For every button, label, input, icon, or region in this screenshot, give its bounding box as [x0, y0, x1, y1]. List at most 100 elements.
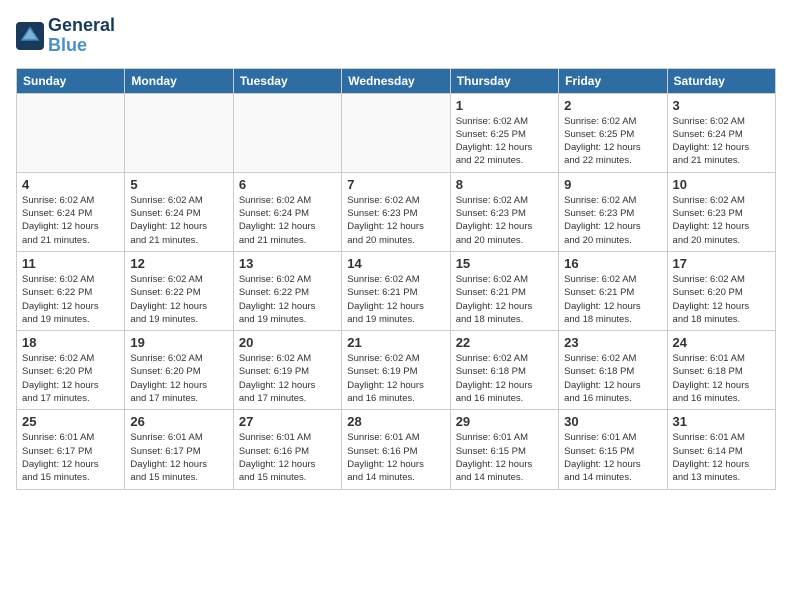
day-number: 11 [22, 256, 119, 271]
day-info: Sunrise: 6:02 AM Sunset: 6:20 PM Dayligh… [22, 352, 119, 405]
calendar-cell: 19Sunrise: 6:02 AM Sunset: 6:20 PM Dayli… [125, 331, 233, 410]
day-number: 24 [673, 335, 770, 350]
logo-icon [16, 22, 44, 50]
day-number: 31 [673, 414, 770, 429]
calendar-cell [342, 93, 450, 172]
calendar-cell: 3 Sunrise: 6:02 AM Sunset: 6:24 PM Daylig… [667, 93, 775, 172]
calendar-cell: 20 Sunrise: 6:02 AM Sunset: 6:19 PM Dayli… [233, 331, 341, 410]
calendar-cell: 5 Sunrise: 6:02 AM Sunset: 6:24 PM Daylig… [125, 172, 233, 251]
day-number: 23 [564, 335, 661, 350]
day-number: 6 [239, 177, 336, 192]
day-number: 7 [347, 177, 444, 192]
day-info: Sunrise: 6:02 AM Sunset: 6:23 PM Dayligh… [673, 194, 770, 247]
day-info: Sunrise: 6:02 AM Sunset: 6:18 PM Dayligh… [456, 352, 553, 405]
calendar-cell: 27Sunrise: 6:01 AM Sunset: 6:16 PM Dayli… [233, 410, 341, 489]
day-number: 25 [22, 414, 119, 429]
logo-text: General Blue [48, 16, 115, 56]
calendar-cell: 9 Sunrise: 6:02 AM Sunset: 6:23 PM Daylig… [559, 172, 667, 251]
calendar-cell: 17 Sunrise: 6:02 AM Sunset: 6:20 PM Dayli… [667, 251, 775, 330]
weekday-header-saturday: Saturday [667, 68, 775, 93]
week-row-5: 25 Sunrise: 6:01 AM Sunset: 6:17 PM Dayli… [17, 410, 776, 489]
calendar-cell: 7 Sunrise: 6:02 AM Sunset: 6:23 PM Daylig… [342, 172, 450, 251]
day-number: 14 [347, 256, 444, 271]
calendar-cell: 13 Sunrise: 6:02 AM Sunset: 6:22 PM Dayli… [233, 251, 341, 330]
calendar-cell: 2 Sunrise: 6:02 AM Sunset: 6:25 PM Daylig… [559, 93, 667, 172]
calendar-cell: 22 Sunrise: 6:02 AM Sunset: 6:18 PM Dayli… [450, 331, 558, 410]
calendar-cell: 16Sunrise: 6:02 AM Sunset: 6:21 PM Dayli… [559, 251, 667, 330]
day-info: Sunrise: 6:02 AM Sunset: 6:24 PM Dayligh… [239, 194, 336, 247]
day-info: Sunrise: 6:02 AM Sunset: 6:21 PM Dayligh… [456, 273, 553, 326]
calendar-cell [17, 93, 125, 172]
day-number: 22 [456, 335, 553, 350]
day-number: 21 [347, 335, 444, 350]
day-info: Sunrise: 6:01 AM Sunset: 6:15 PM Dayligh… [456, 431, 553, 484]
day-number: 12 [130, 256, 227, 271]
calendar-cell: 15Sunrise: 6:02 AM Sunset: 6:21 PM Dayli… [450, 251, 558, 330]
day-info: Sunrise: 6:02 AM Sunset: 6:22 PM Dayligh… [130, 273, 227, 326]
day-info: Sunrise: 6:02 AM Sunset: 6:23 PM Dayligh… [456, 194, 553, 247]
calendar-cell: 11Sunrise: 6:02 AM Sunset: 6:22 PM Dayli… [17, 251, 125, 330]
day-info: Sunrise: 6:02 AM Sunset: 6:23 PM Dayligh… [564, 194, 661, 247]
calendar-cell: 26 Sunrise: 6:01 AM Sunset: 6:17 PM Dayli… [125, 410, 233, 489]
weekday-header-friday: Friday [559, 68, 667, 93]
day-info: Sunrise: 6:02 AM Sunset: 6:19 PM Dayligh… [347, 352, 444, 405]
calendar-cell: 25 Sunrise: 6:01 AM Sunset: 6:17 PM Dayli… [17, 410, 125, 489]
day-number: 9 [564, 177, 661, 192]
day-number: 5 [130, 177, 227, 192]
weekday-header-monday: Monday [125, 68, 233, 93]
day-info: Sunrise: 6:01 AM Sunset: 6:16 PM Dayligh… [347, 431, 444, 484]
day-info: Sunrise: 6:01 AM Sunset: 6:15 PM Dayligh… [564, 431, 661, 484]
weekday-header-sunday: Sunday [17, 68, 125, 93]
day-number: 4 [22, 177, 119, 192]
day-number: 20 [239, 335, 336, 350]
calendar-cell: 24 Sunrise: 6:01 AM Sunset: 6:18 PM Dayli… [667, 331, 775, 410]
day-info: Sunrise: 6:01 AM Sunset: 6:14 PM Dayligh… [673, 431, 770, 484]
day-number: 16 [564, 256, 661, 271]
day-info: Sunrise: 6:02 AM Sunset: 6:18 PM Dayligh… [564, 352, 661, 405]
day-info: Sunrise: 6:01 AM Sunset: 6:17 PM Dayligh… [22, 431, 119, 484]
calendar-cell: 4 Sunrise: 6:02 AM Sunset: 6:24 PM Daylig… [17, 172, 125, 251]
day-info: Sunrise: 6:02 AM Sunset: 6:25 PM Dayligh… [456, 115, 553, 168]
day-info: Sunrise: 6:02 AM Sunset: 6:23 PM Dayligh… [347, 194, 444, 247]
calendar-cell: 18 Sunrise: 6:02 AM Sunset: 6:20 PM Dayli… [17, 331, 125, 410]
day-number: 17 [673, 256, 770, 271]
calendar-cell: 30Sunrise: 6:01 AM Sunset: 6:15 PM Dayli… [559, 410, 667, 489]
day-number: 26 [130, 414, 227, 429]
weekday-header-tuesday: Tuesday [233, 68, 341, 93]
calendar-body: 1Sunrise: 6:02 AM Sunset: 6:25 PM Daylig… [17, 93, 776, 489]
day-number: 10 [673, 177, 770, 192]
page-header: General Blue [16, 16, 776, 56]
day-info: Sunrise: 6:02 AM Sunset: 6:21 PM Dayligh… [347, 273, 444, 326]
week-row-4: 18 Sunrise: 6:02 AM Sunset: 6:20 PM Dayli… [17, 331, 776, 410]
week-row-1: 1Sunrise: 6:02 AM Sunset: 6:25 PM Daylig… [17, 93, 776, 172]
calendar-cell: 28Sunrise: 6:01 AM Sunset: 6:16 PM Dayli… [342, 410, 450, 489]
day-info: Sunrise: 6:02 AM Sunset: 6:24 PM Dayligh… [22, 194, 119, 247]
calendar-cell: 1Sunrise: 6:02 AM Sunset: 6:25 PM Daylig… [450, 93, 558, 172]
day-info: Sunrise: 6:01 AM Sunset: 6:18 PM Dayligh… [673, 352, 770, 405]
calendar-cell: 12 Sunrise: 6:02 AM Sunset: 6:22 PM Dayli… [125, 251, 233, 330]
day-info: Sunrise: 6:02 AM Sunset: 6:24 PM Dayligh… [673, 115, 770, 168]
day-info: Sunrise: 6:01 AM Sunset: 6:17 PM Dayligh… [130, 431, 227, 484]
calendar-table: SundayMondayTuesdayWednesdayThursdayFrid… [16, 68, 776, 490]
day-info: Sunrise: 6:02 AM Sunset: 6:19 PM Dayligh… [239, 352, 336, 405]
day-number: 18 [22, 335, 119, 350]
day-info: Sunrise: 6:01 AM Sunset: 6:16 PM Dayligh… [239, 431, 336, 484]
day-number: 13 [239, 256, 336, 271]
weekday-header-thursday: Thursday [450, 68, 558, 93]
day-info: Sunrise: 6:02 AM Sunset: 6:20 PM Dayligh… [130, 352, 227, 405]
calendar-cell: 6 Sunrise: 6:02 AM Sunset: 6:24 PM Daylig… [233, 172, 341, 251]
calendar-cell: 23 Sunrise: 6:02 AM Sunset: 6:18 PM Dayli… [559, 331, 667, 410]
calendar-cell: 8Sunrise: 6:02 AM Sunset: 6:23 PM Daylig… [450, 172, 558, 251]
week-row-3: 11 Sunrise: 6:02 AM Sunset: 6:22 PM Dayli… [17, 251, 776, 330]
day-info: Sunrise: 6:02 AM Sunset: 6:22 PM Dayligh… [239, 273, 336, 326]
day-info: Sunrise: 6:02 AM Sunset: 6:25 PM Dayligh… [564, 115, 661, 168]
calendar-cell: 29Sunrise: 6:01 AM Sunset: 6:15 PM Dayli… [450, 410, 558, 489]
week-row-2: 4 Sunrise: 6:02 AM Sunset: 6:24 PM Daylig… [17, 172, 776, 251]
day-number: 3 [673, 98, 770, 113]
day-info: Sunrise: 6:02 AM Sunset: 6:20 PM Dayligh… [673, 273, 770, 326]
calendar-cell: 31 Sunrise: 6:01 AM Sunset: 6:14 PM Dayli… [667, 410, 775, 489]
calendar-cell: 21 Sunrise: 6:02 AM Sunset: 6:19 PM Dayli… [342, 331, 450, 410]
day-info: Sunrise: 6:02 AM Sunset: 6:24 PM Dayligh… [130, 194, 227, 247]
day-number: 2 [564, 98, 661, 113]
calendar-cell: 14 Sunrise: 6:02 AM Sunset: 6:21 PM Dayli… [342, 251, 450, 330]
